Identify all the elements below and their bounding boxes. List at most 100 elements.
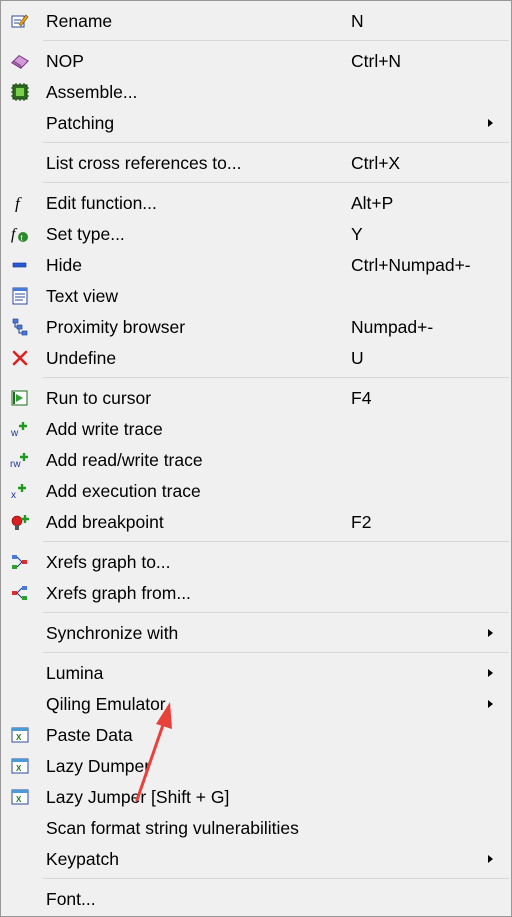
menu-item-paste-data[interactable]: X Paste Data (1, 720, 511, 750)
menu-item-shortcut: Ctrl+Numpad+- (351, 255, 471, 275)
menu-item-add-breakpoint[interactable]: Add breakpoint F2 (1, 507, 511, 537)
menu-item-shortcut: Ctrl+N (351, 51, 402, 71)
execution-trace-icon: x (10, 482, 30, 500)
menu-item-shortcut: Ctrl+X (351, 153, 401, 173)
menu-item-label: Text view (46, 286, 118, 306)
menu-item-shortcut: F4 (351, 388, 372, 408)
menu-item-xrefs-graph-from[interactable]: Xrefs graph from... (1, 578, 511, 608)
menu-item-label: Lumina (46, 663, 104, 683)
write-trace-icon: w (10, 420, 30, 438)
undefine-icon (10, 349, 30, 367)
submenu-arrow-icon (488, 700, 493, 708)
plugin-icon: X (10, 788, 30, 806)
proximity-icon (10, 318, 30, 336)
menu-item-set-type[interactable]: ft Set type... Y (1, 219, 511, 249)
menu-item-lumina[interactable]: Lumina (1, 658, 511, 688)
menu-item-add-read-write-trace[interactable]: rw Add read/write trace (1, 445, 511, 475)
hide-icon (10, 256, 30, 274)
menu-item-patching[interactable]: Patching (1, 108, 511, 138)
menu-item-font[interactable]: Font... (1, 884, 511, 914)
svg-text:X: X (16, 733, 22, 742)
plugin-icon: X (10, 757, 30, 775)
menu-item-hide[interactable]: Hide Ctrl+Numpad+- (1, 250, 511, 280)
menu-item-lazy-jumper[interactable]: X Lazy Jumper [Shift + G] (1, 782, 511, 812)
text-view-icon (10, 287, 30, 305)
menu-item-label: Lazy Dumper (46, 756, 151, 776)
menu-item-add-write-trace[interactable]: w Add write trace (1, 414, 511, 444)
menu-item-shortcut: F2 (351, 512, 372, 532)
menu-item-label: Keypatch (46, 849, 119, 869)
menu-item-label: Hide (46, 255, 82, 275)
menu-item-label: Qiling Emulator (46, 694, 166, 714)
submenu-arrow-icon (488, 855, 493, 863)
menu-item-label: Add breakpoint (46, 512, 164, 532)
menu-item-label: Undefine (46, 348, 117, 368)
separator (43, 878, 509, 879)
svg-text:x: x (11, 490, 16, 500)
xrefs-to-icon (10, 553, 30, 571)
menu-item-label: Add read/write trace (46, 450, 203, 470)
menu-item-label: Proximity browser (46, 317, 186, 337)
menu-item-label: List cross references to... (46, 153, 242, 173)
menu-item-label: Patching (46, 113, 115, 133)
separator (43, 612, 509, 613)
rename-icon (10, 12, 30, 30)
context-menu: Rename N NOP Ctrl+N Assemble... Patching… (0, 0, 512, 917)
separator (43, 652, 509, 653)
submenu-arrow-icon (488, 629, 493, 637)
menu-item-label: Run to cursor (46, 388, 152, 408)
menu-item-run-to-cursor[interactable]: Run to cursor F4 (1, 383, 511, 413)
menu-item-label: Scan format string vulnerabilities (46, 818, 299, 838)
breakpoint-icon (10, 513, 30, 531)
menu-item-label: Edit function... (46, 193, 157, 213)
read-write-trace-icon: rw (10, 451, 30, 469)
type-icon: ft (10, 225, 30, 243)
menu-item-label: Assemble... (46, 82, 138, 102)
function-icon: f (10, 194, 30, 212)
menu-item-keypatch[interactable]: Keypatch (1, 844, 511, 874)
menu-item-label: NOP (46, 51, 84, 71)
menu-item-shortcut: N (351, 11, 364, 31)
submenu-arrow-icon (488, 669, 493, 677)
svg-text:X: X (16, 795, 22, 804)
separator (43, 377, 509, 378)
menu-item-add-execution-trace[interactable]: x Add execution trace (1, 476, 511, 506)
menu-item-label: Set type... (46, 224, 125, 244)
menu-item-list-cross-references[interactable]: List cross references to... Ctrl+X (1, 148, 511, 178)
menu-item-synchronize-with[interactable]: Synchronize with (1, 618, 511, 648)
menu-item-nop[interactable]: NOP Ctrl+N (1, 46, 511, 76)
menu-item-scan-format-string[interactable]: Scan format string vulnerabilities (1, 813, 511, 843)
menu-item-label: Paste Data (46, 725, 133, 745)
menu-item-label: Rename (46, 11, 113, 31)
run-icon (10, 389, 30, 407)
separator (43, 40, 509, 41)
menu-item-xrefs-graph-to[interactable]: Xrefs graph to... (1, 547, 511, 577)
menu-item-assemble[interactable]: Assemble... (1, 77, 511, 107)
menu-item-proximity-browser[interactable]: Proximity browser Numpad+- (1, 312, 511, 342)
menu-item-lazy-dumper[interactable]: X Lazy Dumper (1, 751, 511, 781)
svg-text:rw: rw (10, 459, 21, 469)
menu-item-edit-function[interactable]: f Edit function... Alt+P (1, 188, 511, 218)
menu-item-shortcut: Numpad+- (351, 317, 434, 337)
menu-item-label: Lazy Jumper [Shift + G] (46, 787, 230, 807)
menu-item-text-view[interactable]: Text view (1, 281, 511, 311)
menu-item-label: Add execution trace (46, 481, 201, 501)
separator (43, 142, 509, 143)
menu-item-shortcut: U (351, 348, 364, 368)
eraser-icon (10, 52, 30, 70)
menu-item-label: Font... (46, 889, 96, 909)
menu-item-qiling-emulator[interactable]: Qiling Emulator (1, 689, 511, 719)
submenu-arrow-icon (488, 119, 493, 127)
menu-item-label: Add write trace (46, 419, 163, 439)
menu-item-rename[interactable]: Rename N (1, 6, 511, 36)
svg-text:X: X (16, 764, 22, 773)
menu-item-shortcut: Y (351, 224, 363, 244)
separator (43, 182, 509, 183)
svg-text:f: f (11, 226, 18, 243)
menu-item-label: Synchronize with (46, 623, 179, 643)
svg-text:w: w (10, 428, 19, 438)
menu-item-undefine[interactable]: Undefine U (1, 343, 511, 373)
menu-item-label: Xrefs graph to... (46, 552, 171, 572)
separator (43, 541, 509, 542)
menu-item-label: Xrefs graph from... (46, 583, 191, 603)
